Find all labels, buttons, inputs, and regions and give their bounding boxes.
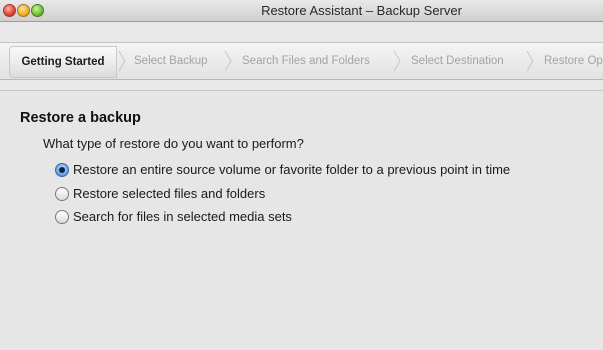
step-select-destination[interactable]: Select Destination <box>411 43 504 79</box>
radio-unselected[interactable] <box>55 187 69 201</box>
chevron-right-icon <box>393 50 401 72</box>
option-label: Search for files in selected media sets <box>73 209 292 224</box>
step-select-backup[interactable]: Select Backup <box>134 43 208 79</box>
chevron-right-icon <box>526 50 534 72</box>
step-restore-options[interactable]: Restore Op <box>544 43 603 79</box>
chevron-right-icon <box>118 50 126 72</box>
restore-panel: Restore a backup What type of restore do… <box>0 90 603 350</box>
restore-type-question: What type of restore do you want to perf… <box>43 136 304 151</box>
page-title: Restore a backup <box>20 110 141 126</box>
radio-unselected[interactable] <box>55 210 69 224</box>
step-getting-started[interactable]: Getting Started <box>9 46 117 78</box>
step-navigation: Getting Started Select Backup Search Fil… <box>0 42 603 80</box>
window-title: Restore Assistant – Backup Server <box>261 3 462 18</box>
title-bar: Restore Assistant – Backup Server <box>0 0 603 22</box>
step-search-files-and-folders[interactable]: Search Files and Folders <box>242 43 370 79</box>
radio-selected[interactable] <box>55 163 69 177</box>
chevron-right-icon <box>224 50 232 72</box>
option-label: Restore an entire source volume or favor… <box>73 162 511 177</box>
option-label: Restore selected files and folders <box>73 186 266 201</box>
